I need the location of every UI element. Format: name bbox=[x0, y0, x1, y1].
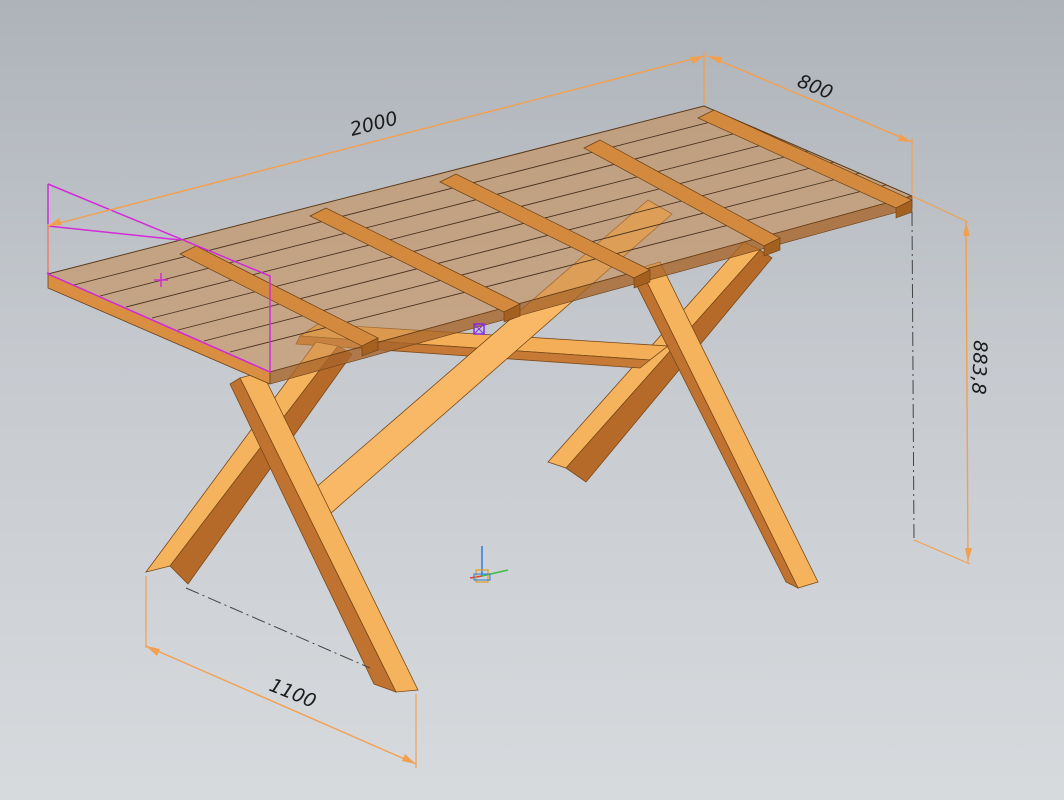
dimension-leg-span-label: 1100 bbox=[266, 674, 319, 713]
back-leg-2[interactable] bbox=[639, 261, 819, 589]
dimension-height-label: 883,8 bbox=[967, 340, 991, 395]
coordinate-system-icon bbox=[469, 546, 509, 583]
3d-viewport[interactable]: 2000 800 883,8 1100 bbox=[0, 0, 1064, 800]
table-model-scene[interactable]: 2000 800 883,8 1100 bbox=[0, 0, 1064, 800]
front-leg-2[interactable] bbox=[239, 371, 419, 693]
dimension-width-label: 800 bbox=[794, 70, 836, 104]
front-leg-2-side bbox=[229, 377, 397, 693]
dimension-height[interactable]: 883,8 bbox=[911, 195, 991, 565]
dimension-length-label: 2000 bbox=[348, 107, 400, 140]
